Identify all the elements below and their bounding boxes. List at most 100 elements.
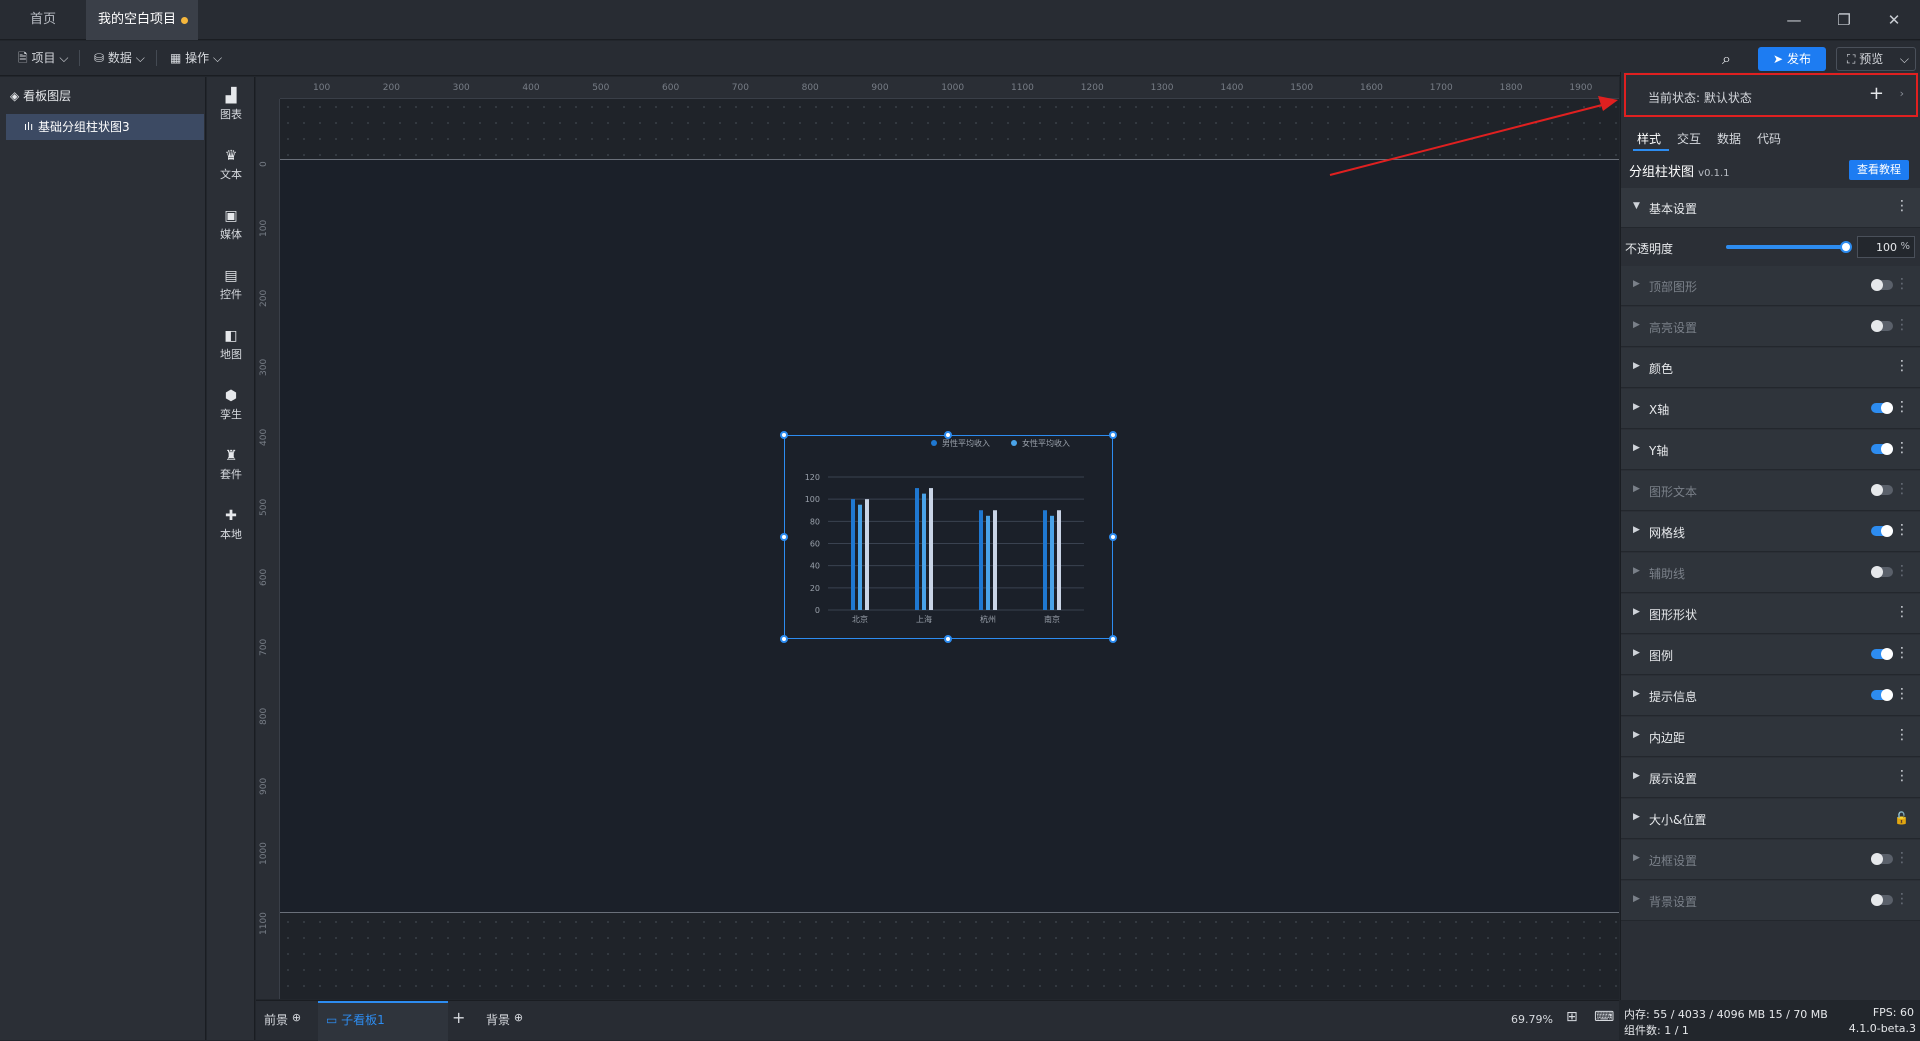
tab-style[interactable]: 样式 <box>1637 130 1661 147</box>
caret-right-icon: ▶ <box>1633 279 1640 289</box>
fit-screen-icon[interactable]: ⊞ <box>1566 1009 1578 1025</box>
section-toggle[interactable] <box>1871 279 1893 291</box>
section-item[interactable]: ▶ 图形形状 ⋮ <box>1621 594 1920 634</box>
section-toggle[interactable] <box>1871 689 1893 701</box>
section-item[interactable]: ▶ 颜色 ⋮ <box>1621 348 1920 388</box>
more-icon[interactable]: ⋮ <box>1895 686 1909 702</box>
menu-project[interactable]: 🗎 项目 ⌵ <box>12 47 81 69</box>
state-selector[interactable]: 当前状态: 默认状态 + › <box>1624 73 1918 117</box>
section-toggle[interactable] <box>1871 525 1893 537</box>
tab-background[interactable]: 背景 ⊕ <box>486 1011 523 1028</box>
tool-text[interactable]: ♛ 文本 <box>207 149 255 182</box>
preview-button[interactable]: ⛶ 预览 ⌵ <box>1836 47 1916 71</box>
more-icon[interactable]: ⋮ <box>1895 768 1909 784</box>
section-toggle[interactable] <box>1871 402 1893 414</box>
tab-interaction[interactable]: 交互 <box>1677 130 1701 147</box>
resize-handle[interactable] <box>944 431 952 439</box>
section-item[interactable]: ▶ 背景设置 ⋮ <box>1621 881 1920 921</box>
tutorial-button[interactable]: 查看教程 <box>1849 160 1909 180</box>
section-item[interactable]: ▶ 图例 ⋮ <box>1621 635 1920 675</box>
tab-project[interactable]: 我的空白项目 <box>86 0 198 40</box>
more-icon[interactable]: ⋮ <box>1895 645 1909 661</box>
more-icon[interactable]: ⋮ <box>1895 481 1909 497</box>
section-item[interactable]: ▶ Y轴 ⋮ <box>1621 430 1920 470</box>
publish-button[interactable]: ➤ 发布 <box>1758 47 1826 71</box>
section-toggle[interactable] <box>1871 320 1893 332</box>
tool-control[interactable]: ▤ 控件 <box>207 269 255 302</box>
section-item[interactable]: ▶ X轴 ⋮ <box>1621 389 1920 429</box>
add-state-icon[interactable]: + <box>1869 83 1884 104</box>
add-circle-icon[interactable]: ⊕ <box>292 1011 301 1024</box>
more-icon[interactable]: ⋮ <box>1895 727 1909 743</box>
tab-code[interactable]: 代码 <box>1757 130 1781 147</box>
unlock-icon[interactable]: 🔓 <box>1894 811 1909 825</box>
menu-operate[interactable]: ▦ 操作 ⌵ <box>164 47 228 69</box>
opacity-input[interactable]: 100 % <box>1857 236 1915 258</box>
more-icon[interactable]: ⋮ <box>1895 604 1909 620</box>
resize-handle[interactable] <box>780 431 788 439</box>
section-toggle[interactable] <box>1871 566 1893 578</box>
section-item[interactable]: ▶ 内边距 ⋮ <box>1621 717 1920 757</box>
selection-frame[interactable] <box>784 435 1113 639</box>
more-icon[interactable]: ⋮ <box>1895 399 1909 415</box>
zoom-level[interactable]: 69.79% <box>1511 1013 1553 1026</box>
opacity-slider[interactable] <box>1726 241 1852 253</box>
tool-map[interactable]: ◧ 地图 <box>207 329 255 362</box>
section-toggle[interactable] <box>1871 894 1893 906</box>
search-icon[interactable]: ⌕ <box>1722 49 1731 69</box>
more-icon[interactable]: ⋮ <box>1895 891 1909 907</box>
resize-handle[interactable] <box>1109 431 1117 439</box>
section-item[interactable]: ▶ 顶部图形 ⋮ <box>1621 266 1920 306</box>
tool-chart[interactable]: ▟ 图表 <box>207 89 255 122</box>
section-item[interactable]: ▶ 边框设置 ⋮ <box>1621 840 1920 880</box>
more-icon[interactable]: ⋮ <box>1895 563 1909 579</box>
menu-data[interactable]: ⛁ 数据 ⌵ <box>88 47 157 69</box>
ruler-tick-label: 1100 <box>259 911 269 935</box>
section-item[interactable]: ▶ 辅助线 ⋮ <box>1621 553 1920 593</box>
section-basic[interactable]: ▼ 基本设置 ⋮ <box>1621 188 1920 228</box>
section-item[interactable]: ▶ 图形文本 ⋮ <box>1621 471 1920 511</box>
section-item[interactable]: ▶ 网格线 ⋮ <box>1621 512 1920 552</box>
more-icon[interactable]: ⋮ <box>1895 198 1909 214</box>
more-icon[interactable]: ⋮ <box>1895 440 1909 456</box>
tab-subboard[interactable]: ▭ 子看板1 <box>326 1011 385 1028</box>
canvas[interactable]: 100 200 300 400 500 600 700 800 900 1000 1100 1200 1… <box>256 77 1619 999</box>
section-item[interactable]: ▶ 大小&位置 🔓 <box>1621 799 1920 839</box>
add-board-icon[interactable]: + <box>452 1008 465 1027</box>
layer-item[interactable]: ılı 基础分组柱状图3 <box>6 114 204 140</box>
section-toggle[interactable] <box>1871 648 1893 660</box>
keyboard-icon[interactable]: ⌨ <box>1594 1009 1614 1025</box>
section-item[interactable]: ▶ 提示信息 ⋮ <box>1621 676 1920 716</box>
tab-data[interactable]: 数据 <box>1717 130 1741 147</box>
resize-handle[interactable] <box>1109 635 1117 643</box>
section-toggle[interactable] <box>1871 484 1893 496</box>
tool-local[interactable]: ✚ 本地 <box>207 509 255 542</box>
close-icon[interactable]: ✕ <box>1882 8 1906 32</box>
add-circle-icon[interactable]: ⊕ <box>514 1011 523 1024</box>
resize-handle[interactable] <box>780 533 788 541</box>
section-toggle[interactable] <box>1871 443 1893 455</box>
tool-twin[interactable]: ⬢ 孪生 <box>207 389 255 422</box>
resize-handle[interactable] <box>780 635 788 643</box>
more-icon[interactable]: ⋮ <box>1895 850 1909 866</box>
section-toggle[interactable] <box>1871 853 1893 865</box>
section-item[interactable]: ▶ 展示设置 ⋮ <box>1621 758 1920 798</box>
chevron-down-icon[interactable]: ⌵ <box>1900 48 1909 70</box>
restore-icon[interactable]: ❐ <box>1832 8 1856 32</box>
tool-kit[interactable]: ♜ 套件 <box>207 449 255 482</box>
tab-foreground[interactable]: 前景 ⊕ <box>264 1011 301 1028</box>
more-icon[interactable]: ⋮ <box>1895 317 1909 333</box>
opacity-slider-handle[interactable] <box>1840 241 1852 253</box>
more-icon[interactable]: ⋮ <box>1895 358 1909 374</box>
more-icon[interactable]: ⋮ <box>1895 522 1909 538</box>
tool-media[interactable]: ▣ 媒体 <box>207 209 255 242</box>
chevron-right-icon[interactable]: › <box>1900 87 1904 100</box>
section-label: 背景设置 <box>1649 895 1698 909</box>
more-icon[interactable]: ⋮ <box>1895 276 1909 292</box>
resize-handle[interactable] <box>1109 533 1117 541</box>
minimize-icon[interactable]: — <box>1782 8 1806 32</box>
vertical-ruler: 0 100 200 300 400 500 600 700 800 900 1000 1100 <box>256 99 280 999</box>
section-item[interactable]: ▶ 高亮设置 ⋮ <box>1621 307 1920 347</box>
tab-home[interactable]: 首页 <box>10 0 76 40</box>
resize-handle[interactable] <box>944 635 952 643</box>
